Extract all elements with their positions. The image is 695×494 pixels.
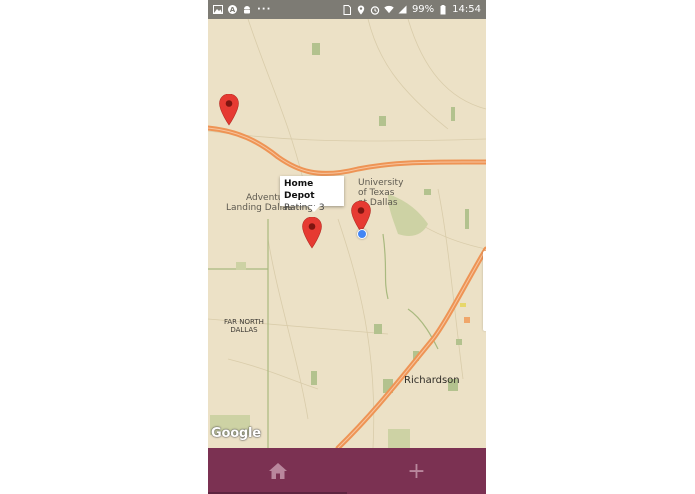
location-icon (356, 5, 366, 15)
alarm-icon (370, 5, 380, 15)
a-badge-icon: A (228, 5, 237, 14)
my-location-dot (357, 229, 367, 239)
map-label-far-north-line1: FAR NORTH (224, 318, 264, 326)
plus-icon: + (407, 458, 426, 484)
bottom-nav: + (208, 448, 486, 494)
clock: 14:54 (452, 4, 481, 15)
home-button[interactable] (208, 448, 347, 494)
map-label-far-north-line2: DALLAS (230, 326, 258, 334)
wifi-icon (384, 5, 394, 15)
android-icon (242, 5, 252, 15)
phone-screen: A ··· 99% 14:54 University of Texas at D… (208, 0, 486, 494)
map-marker-home-depot[interactable] (302, 217, 322, 249)
signal-icon (398, 5, 408, 15)
map-label-university-line1: University (358, 178, 404, 188)
overflow-icon: ··· (257, 4, 272, 15)
map-marker-left[interactable] (219, 94, 239, 126)
status-bar: A ··· 99% 14:54 (208, 0, 486, 19)
map-label-university-line2: of Texas (358, 188, 395, 198)
image-icon (213, 5, 223, 15)
battery-icon (438, 4, 448, 15)
info-window-rating: Rating: 3 (284, 203, 325, 213)
home-icon (268, 463, 287, 479)
google-logo: Google (211, 426, 261, 441)
battery-percent: 99% (411, 4, 435, 15)
info-window-title: Home Depot (284, 179, 315, 201)
map-label-far-north-dallas: FAR NORTH DALLAS (224, 318, 264, 334)
info-window[interactable]: Home Depot Rating: 3 (280, 176, 344, 213)
map-label-richardson: Richardson (404, 375, 460, 386)
sim-icon (342, 4, 352, 15)
add-button[interactable]: + (347, 448, 486, 494)
edge-panel-handle[interactable] (483, 251, 486, 331)
map-view[interactable]: University of Texas at Dallas Adventure … (208, 19, 486, 448)
